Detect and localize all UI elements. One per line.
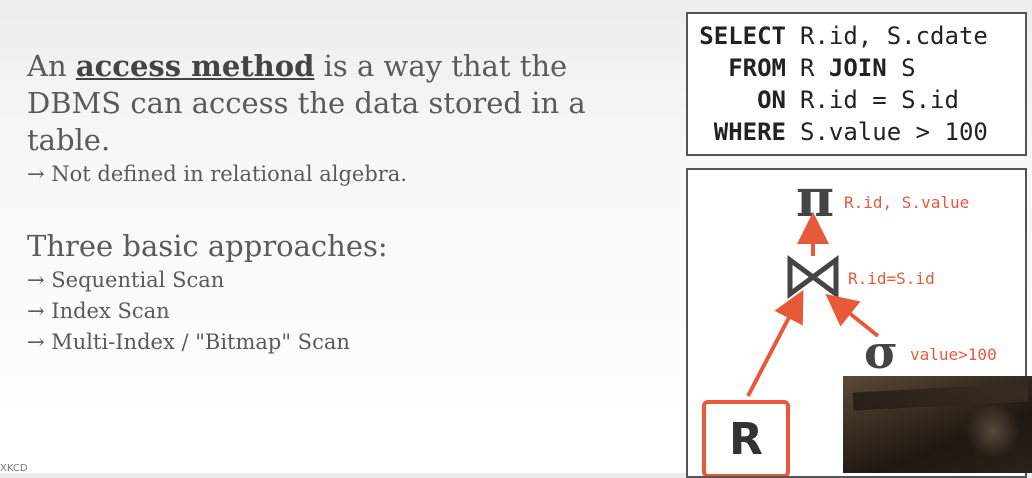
approach-item-sequential: → Sequential Scan xyxy=(27,268,225,292)
approach-item-index: → Index Scan xyxy=(27,299,170,323)
webcam-overlay xyxy=(843,376,1032,473)
join-keyword: JOIN xyxy=(828,54,887,82)
sql-query-box: SELECT R.id, S.cdate FROM R JOIN S ON R.id … xyxy=(686,12,1027,156)
sql-keyword: ON xyxy=(757,86,786,114)
relation-r-box: R xyxy=(702,400,790,476)
footer-text: XKCD xyxy=(0,463,28,474)
join-label: R.id=S.id xyxy=(848,269,935,288)
intro-paragraph: An access method is a way that the DBMS … xyxy=(27,48,627,159)
join-icon xyxy=(787,255,839,299)
sql-line-on: ON R.id = S.id xyxy=(688,84,1025,116)
sql-keyword: FROM xyxy=(728,54,786,82)
slide-text: An access method is a way that the DBMS … xyxy=(27,48,627,358)
sql-line-select: SELECT R.id, S.cdate xyxy=(688,20,1025,52)
sql-text: R JOIN S xyxy=(800,54,916,82)
access-method-keyword: access method xyxy=(75,49,315,83)
sql-text: R.id = S.id xyxy=(800,86,959,114)
selection-symbol: σ xyxy=(864,325,898,379)
intro-note: → Not defined in relational algebra. xyxy=(27,162,407,186)
approaches-heading: Three basic approaches: xyxy=(27,229,388,263)
intro-prefix: An xyxy=(27,49,76,83)
sql-text: R.id, S.cdate xyxy=(800,22,988,50)
selection-label: value>100 xyxy=(910,345,997,364)
sql-text: S.value > 100 xyxy=(800,118,988,146)
sql-line-from: FROM R JOIN S xyxy=(688,52,1025,84)
projection-symbol: π xyxy=(796,170,834,229)
sql-keyword: WHERE xyxy=(713,118,786,146)
approach-item-bitmap: → Multi-Index / "Bitmap" Scan xyxy=(27,330,350,354)
projection-label: R.id, S.value xyxy=(844,193,969,212)
sql-line-where: WHERE S.value > 100 xyxy=(688,116,1025,148)
arrow-r-to-join xyxy=(746,289,804,397)
sql-keyword: SELECT xyxy=(699,22,786,50)
